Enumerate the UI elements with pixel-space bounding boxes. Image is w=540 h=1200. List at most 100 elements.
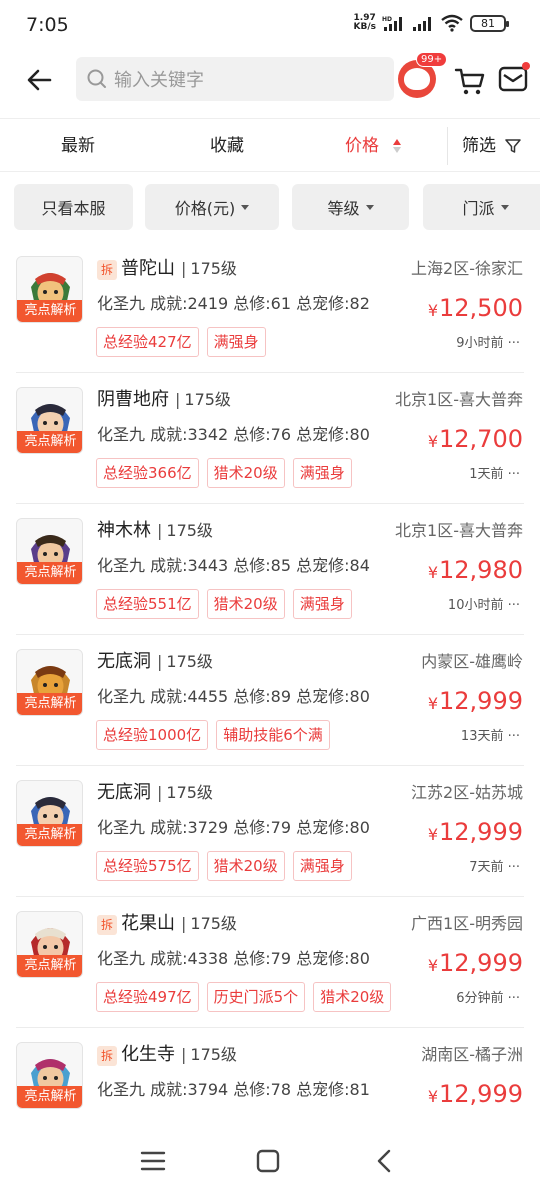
sect-name: 神木林 bbox=[97, 520, 151, 541]
chip-level[interactable]: 等级 bbox=[292, 184, 409, 230]
server-name: 湖南区-橘子洲 bbox=[421, 1045, 523, 1064]
sect-name: 阴曹地府 bbox=[97, 389, 169, 410]
sort-arrows-icon bbox=[393, 139, 402, 153]
feature-tags: 总经验1000亿 辅助技能6个满 bbox=[96, 720, 330, 750]
currency-symbol: ¥ bbox=[427, 301, 439, 320]
list-item[interactable]: 亮点解析拆普陀山 上海2区-徐家汇 化圣九 成就:2419 总修:61 总宠修:82… bbox=[0, 242, 540, 373]
chip-school[interactable]: 门派 bbox=[423, 184, 540, 230]
tab-latest[interactable]: 最新 bbox=[61, 119, 95, 173]
home-icon[interactable] bbox=[253, 1146, 283, 1176]
character-level: 175级 bbox=[181, 911, 237, 937]
highlight-analysis-tag[interactable]: 亮点解析 bbox=[17, 562, 82, 584]
currency-symbol: ¥ bbox=[427, 432, 439, 451]
feature-tag: 总经验497亿 bbox=[96, 982, 199, 1012]
feature-tags: 总经验497亿 历史门派5个 猎术20级 bbox=[96, 982, 392, 1012]
character-level: 175级 bbox=[157, 780, 213, 806]
character-thumbnail: 亮点解析 bbox=[16, 911, 83, 978]
server-name: 北京1区-喜大普奔 bbox=[395, 521, 523, 540]
highlight-analysis-tag[interactable]: 亮点解析 bbox=[17, 1086, 82, 1108]
tab-price[interactable]: 价格 bbox=[345, 119, 402, 173]
character-level: 175级 bbox=[157, 649, 213, 675]
character-stats: 化圣九 成就:3443 总修:85 总宠修:84 bbox=[97, 556, 370, 575]
battery-icon: 81 bbox=[470, 14, 509, 32]
price: ¥12,999 bbox=[428, 947, 523, 979]
caret-down-icon bbox=[365, 204, 374, 210]
list-item[interactable]: 亮点解析拆花果山 广西1区-明秀园 化圣九 成就:4338 总修:79 总宠修:80… bbox=[0, 897, 540, 1028]
server-name: 北京1区-喜大普奔 bbox=[395, 390, 523, 409]
character-stats: 化圣九 成就:3729 总修:79 总宠修:80 bbox=[97, 818, 370, 837]
feature-tag: 历史门派5个 bbox=[206, 982, 306, 1012]
server-name: 江苏2区-姑苏城 bbox=[411, 783, 523, 802]
listed-time[interactable]: 9小时前 ··· bbox=[456, 334, 520, 354]
split-badge: 拆 bbox=[97, 1046, 117, 1066]
highlight-analysis-tag[interactable]: 亮点解析 bbox=[17, 824, 82, 846]
listed-time[interactable]: 6分钟前 ··· bbox=[456, 989, 520, 1009]
search-icon bbox=[87, 69, 106, 88]
highlight-analysis-tag[interactable]: 亮点解析 bbox=[17, 693, 82, 715]
chip-label: 门派 bbox=[462, 199, 495, 218]
battery-level: 81 bbox=[481, 16, 495, 30]
highlight-analysis-tag[interactable]: 亮点解析 bbox=[17, 300, 82, 322]
menu-icon[interactable] bbox=[138, 1146, 168, 1176]
feature-tags: 总经验551亿 猎术20级 满强身 bbox=[96, 589, 352, 619]
feature-tag: 猎术20级 bbox=[206, 851, 285, 881]
sect-name: 花果山 bbox=[121, 913, 175, 934]
server-name: 广西1区-明秀园 bbox=[411, 914, 523, 933]
listed-time[interactable]: 1天前 ··· bbox=[469, 465, 520, 485]
chip-this-server[interactable]: 只看本服 bbox=[14, 184, 133, 230]
feature-tag: 满强身 bbox=[292, 589, 352, 619]
listed-time[interactable]: 10小时前 ··· bbox=[448, 596, 520, 616]
search-input[interactable]: 输入关键字 bbox=[76, 57, 394, 101]
server-name: 上海2区-徐家汇 bbox=[411, 259, 523, 278]
listed-time[interactable]: 13天前 ··· bbox=[461, 727, 520, 747]
sect-name: 无底洞 bbox=[97, 651, 151, 672]
currency-symbol: ¥ bbox=[427, 694, 439, 713]
signal-hd-icon: HD bbox=[382, 16, 402, 31]
highlight-analysis-tag[interactable]: 亮点解析 bbox=[17, 955, 82, 977]
currency-symbol: ¥ bbox=[427, 956, 439, 975]
feature-tag: 猎术20级 bbox=[206, 458, 285, 488]
chip-label: 价格(元) bbox=[174, 199, 236, 218]
sect-name: 化生寺 bbox=[121, 1044, 175, 1065]
chip-price[interactable]: 价格(元) bbox=[145, 184, 279, 230]
caret-down-icon bbox=[241, 204, 250, 210]
character-level: 175级 bbox=[181, 1042, 237, 1068]
back-arrow-icon[interactable] bbox=[22, 62, 58, 98]
currency-symbol: ¥ bbox=[427, 563, 439, 582]
highlight-analysis-tag[interactable]: 亮点解析 bbox=[17, 431, 82, 453]
price: ¥12,980 bbox=[428, 554, 523, 586]
price-value: 12,999 bbox=[439, 1080, 523, 1108]
status-icons: 1.97 KB/s HD 81 bbox=[353, 14, 509, 32]
list-item[interactable]: 亮点解析 神木林 北京1区-喜大普奔化圣九 成就:3443 总修:85 总宠修:84… bbox=[0, 504, 540, 635]
feature-tag: 满强身 bbox=[206, 327, 266, 357]
list-item[interactable]: 亮点解析 无底洞 内蒙区-雄鹰岭 化圣九 成就:4455 总修:89 总宠修:80 ¥1… bbox=[0, 635, 540, 766]
list-item[interactable]: 亮点解析 阴曹地府 北京1区-喜大普奔化圣九 成就:3342 总修:76 总宠修:8… bbox=[0, 373, 540, 504]
sect-name: 普陀山 bbox=[121, 258, 175, 279]
cart-icon[interactable] bbox=[454, 66, 486, 96]
feature-tag: 总经验1000亿 bbox=[96, 720, 209, 750]
unread-dot bbox=[522, 62, 530, 70]
character-thumbnail: 亮点解析 bbox=[16, 256, 83, 323]
feature-tags: 总经验575亿 猎术20级 满强身 bbox=[96, 851, 352, 881]
feature-tag: 总经验366亿 bbox=[96, 458, 199, 488]
listed-time[interactable]: 7天前 ··· bbox=[469, 858, 520, 878]
list-item[interactable]: 亮点解析 无底洞 江苏2区-姑苏城 化圣九 成就:3729 总修:79 总宠修:80 ¥… bbox=[0, 766, 540, 897]
tab-filter-label: 筛选 bbox=[462, 136, 496, 156]
character-thumbnail: 亮点解析 bbox=[16, 649, 83, 716]
character-level: 175级 bbox=[181, 256, 237, 282]
feature-tag: 猎术20级 bbox=[206, 589, 285, 619]
price-value: 12,980 bbox=[439, 556, 523, 584]
price: ¥12,700 bbox=[428, 423, 523, 455]
tab-favorites[interactable]: 收藏 bbox=[210, 119, 244, 173]
feature-tag: 总经验427亿 bbox=[96, 327, 199, 357]
net-speed-unit: KB/s bbox=[353, 22, 376, 32]
back-icon[interactable] bbox=[370, 1146, 400, 1176]
price-value: 12,700 bbox=[439, 425, 523, 453]
status-bar: 7:05 1.97 KB/s HD 81 bbox=[0, 0, 540, 52]
tab-filter[interactable]: 筛选 bbox=[462, 119, 522, 173]
status-time: 7:05 bbox=[26, 14, 69, 36]
character-stats: 化圣九 成就:3342 总修:76 总宠修:80 bbox=[97, 425, 370, 444]
message-button[interactable] bbox=[498, 62, 530, 94]
character-stats: 化圣九 成就:4455 总修:89 总宠修:80 bbox=[97, 687, 370, 706]
character-thumbnail: 亮点解析 bbox=[16, 780, 83, 847]
